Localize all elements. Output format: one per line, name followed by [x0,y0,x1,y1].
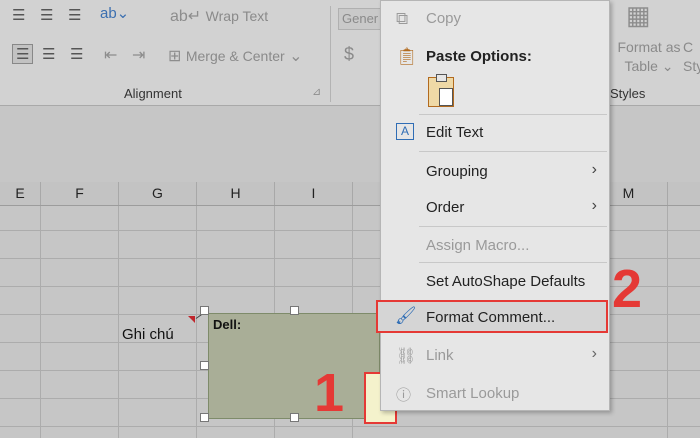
edit-text-icon: A [396,123,414,140]
menu-item-grouping[interactable]: Grouping › [381,156,609,188]
menu-item-set-autoshape-defaults[interactable]: Set AutoShape Defaults [381,266,609,298]
align-right-icon[interactable]: ☰ [70,45,83,63]
cell-styles-button[interactable]: C Sty [683,38,700,76]
orientation-icon[interactable]: ab⌄ [100,4,129,22]
align-top-icon[interactable]: ☰ [12,6,25,24]
context-menu: ⧉ Copy 📋︎ Paste Options: A Edit Text Gro… [380,0,610,411]
clipboard-clip [436,74,447,82]
column-header-g[interactable]: G [119,182,197,205]
resize-handle-sw[interactable] [200,413,209,422]
decrease-indent-icon[interactable]: ⇤ [104,45,117,65]
increase-indent-icon[interactable]: ⇥ [132,45,145,65]
format-comment-label: Format Comment... [426,309,556,326]
align-middle-icon[interactable]: ☰ [40,6,53,24]
styles-group-label: Styles [610,86,646,101]
resize-handle-nw[interactable] [200,306,209,315]
merge-center-button[interactable]: ⊞ Merge & Center ⌄ [168,46,303,66]
comment-box[interactable]: Dell: [208,313,380,419]
menu-item-assign-macro[interactable]: Assign Macro... [381,230,609,262]
currency-icon[interactable]: $ [344,44,354,65]
align-bottom-icon[interactable]: ☰ [68,6,81,24]
clipboard-icon: 📋︎ [396,47,418,66]
format-as-table-label: Format as [617,39,681,55]
merge-icon: ⊞ [168,48,182,65]
step-2-label: 2 [612,259,643,319]
paste-clipboard-icon[interactable] [428,74,454,107]
align-left-icon[interactable]: ☰ [12,44,34,64]
menu-item-link[interactable]: ⛓ Link › [381,340,609,372]
comment-indicator-icon [188,316,195,323]
comment-author: Dell: [213,317,242,332]
merge-center-label: Merge & Center [185,48,285,64]
format-as-table-icon[interactable]: ▦ [626,0,651,31]
wrap-text-icon: ab↵ [170,8,202,25]
column-header-f[interactable]: F [41,182,119,205]
resize-handle-w[interactable] [200,361,209,370]
cell-styles-label-2: Sty [683,58,700,74]
menu-item-format-comment[interactable]: 🖌︎ Format Comment... [376,300,608,333]
clipboard-page [439,88,453,106]
chevron-down-icon[interactable]: ⌄ [289,48,302,65]
cell-ghi-chu[interactable]: Ghi chú [122,326,174,343]
format-shape-icon: 🖌︎ [395,306,417,325]
align-center-icon[interactable]: ☰ [42,45,55,63]
wrap-text-button[interactable]: ab↵ Wrap Text [170,6,268,26]
chevron-right-icon: › [591,345,597,362]
menu-item-smart-lookup[interactable]: ⓘ Smart Lookup [381,378,609,410]
menu-item-copy[interactable]: ⧉ Copy [381,3,609,35]
chevron-right-icon: › [591,161,597,178]
format-as-table-label-2: Table ⌄ [624,58,674,74]
menu-item-order[interactable]: Order › [381,192,609,224]
group-divider [330,6,331,102]
smart-lookup-icon: ⓘ [396,387,412,404]
column-header-e[interactable]: E [0,182,41,205]
link-icon: ⛓ [396,348,417,365]
column-header-h[interactable]: H [197,182,275,205]
format-as-table-button[interactable]: Format as Table ⌄ [614,38,684,76]
menu-item-paste-options: 📋︎ Paste Options: [396,47,532,66]
copy-icon: ⧉ [396,9,409,28]
column-header-i[interactable]: I [275,182,353,205]
chevron-right-icon: › [591,197,597,214]
step-1-label: 1 [314,363,345,423]
resize-handle-n[interactable] [290,306,299,315]
alignment-group-label: Alignment [124,86,182,101]
menu-item-edit-text[interactable]: A Edit Text [381,117,609,149]
resize-handle-s[interactable] [290,413,299,422]
wrap-text-label: Wrap Text [205,8,269,24]
dialog-launcher-icon[interactable]: ⊿ [312,85,321,98]
cell-styles-label: C [683,39,694,55]
